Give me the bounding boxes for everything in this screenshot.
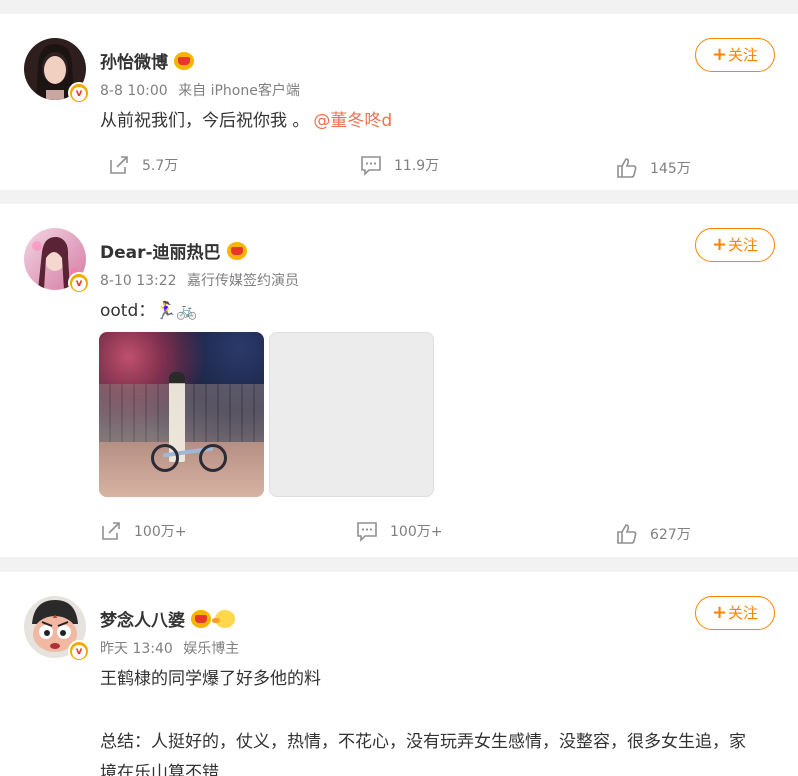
action-bar: 100万+ 100万+ 627万 — [0, 520, 798, 550]
author-name-text[interactable]: 孙怡微博 — [100, 48, 168, 73]
mention-link[interactable]: @董冬咚d — [313, 111, 392, 131]
author-name[interactable]: 梦念人八婆 — [100, 606, 235, 631]
post-card: v 梦念人八婆 昨天 13:40 娱乐博主 王鹤棣的同学爆了好多他的料 总结：人… — [0, 572, 798, 776]
follow-label: 关注 — [728, 604, 759, 622]
post-text: 王鹤棣的同学爆了好多他的料 总结：人挺好的，仗义，热情，不花心，没有玩弄女生感情… — [100, 664, 746, 776]
comment-button[interactable]: 100万+ — [356, 520, 442, 542]
post-card: v 孙怡微博 8-8 10:00 来自 iPhone客户端 从前祝我们，今后祝你… — [0, 14, 798, 190]
weibo-feed: v 孙怡微博 8-8 10:00 来自 iPhone客户端 从前祝我们，今后祝你… — [0, 0, 798, 776]
like-count: 627万 — [650, 527, 691, 543]
plus-icon: + — [711, 44, 728, 65]
verified-badge-icon: v — [68, 82, 90, 104]
repost-button[interactable]: 5.7万 — [108, 154, 178, 176]
author-name-text[interactable]: 梦念人八婆 — [100, 606, 185, 631]
follow-label: 关注 — [728, 46, 759, 64]
post-source: 来自 iPhone客户端 — [178, 83, 300, 99]
post-body: ootd：🏃‍♀️🚲 — [100, 301, 198, 321]
repost-button[interactable]: 100万+ — [100, 520, 186, 542]
repost-count: 5.7万 — [142, 158, 179, 174]
author-name[interactable]: 孙怡微博 — [100, 48, 194, 73]
post-time[interactable]: 8-8 10:00 — [100, 83, 168, 99]
like-button[interactable]: 627万 — [616, 523, 691, 545]
comment-icon — [361, 156, 381, 176]
follow-button[interactable]: +关注 — [695, 228, 775, 262]
repost-icon — [110, 156, 128, 174]
follow-label: 关注 — [728, 236, 759, 254]
post-meta: 昨天 13:40 娱乐博主 — [100, 638, 239, 658]
repost-icon — [102, 522, 120, 540]
duck-icon — [212, 609, 235, 628]
post-meta: 8-10 13:22 嘉行传媒签约演员 — [100, 270, 299, 290]
like-button[interactable]: 145万 — [616, 157, 691, 179]
follow-button[interactable]: +关注 — [695, 38, 775, 72]
like-icon — [617, 158, 637, 178]
like-icon — [617, 524, 637, 544]
comment-button[interactable]: 11.9万 — [360, 154, 439, 176]
repost-count: 100万+ — [134, 524, 187, 540]
author-name[interactable]: Dear-迪丽热巴 — [100, 238, 247, 263]
post-source: 娱乐博主 — [183, 641, 240, 657]
post-image[interactable] — [99, 332, 264, 497]
crown-icon — [226, 241, 247, 260]
verified-badge-icon: v — [68, 272, 90, 294]
plus-icon: + — [711, 602, 728, 623]
crown-icon — [174, 51, 194, 70]
post-time[interactable]: 昨天 13:40 — [100, 641, 173, 657]
post-text: 从前祝我们，今后祝你我 。 @董冬咚d — [100, 106, 392, 131]
post-body-summary: 总结：人挺好的，仗义，热情，不花心，没有玩弄女生感情，没整容，很多女生追，家 — [100, 732, 746, 752]
post-body: 从前祝我们，今后祝你我 。 — [100, 111, 310, 131]
photo-bike-wheel — [199, 444, 227, 472]
crown-icon — [191, 609, 211, 628]
comment-count: 11.9万 — [394, 158, 440, 174]
comment-count: 100万+ — [390, 524, 443, 540]
post-body-summary-cont: 境在乐山算不错 — [100, 763, 219, 776]
post-meta: 8-8 10:00 来自 iPhone客户端 — [100, 80, 300, 100]
author-name-text[interactable]: Dear-迪丽热巴 — [100, 238, 221, 263]
like-count: 145万 — [650, 161, 691, 177]
post-body: 王鹤棣的同学爆了好多他的料 — [100, 669, 321, 689]
post-text: ootd：🏃‍♀️🚲 — [100, 296, 198, 321]
post-time[interactable]: 8-10 13:22 — [100, 273, 177, 289]
post-image-placeholder[interactable] — [269, 332, 434, 497]
plus-icon: + — [711, 234, 728, 255]
photo-bike-wheel — [151, 444, 179, 472]
post-card: v Dear-迪丽热巴 8-10 13:22 嘉行传媒签约演员 ootd：🏃‍♀… — [0, 204, 798, 557]
verified-badge-icon: v — [68, 640, 90, 662]
post-source: 嘉行传媒签约演员 — [187, 273, 300, 289]
follow-button[interactable]: +关注 — [695, 596, 775, 630]
action-bar: 5.7万 11.9万 145万 — [0, 154, 798, 184]
comment-icon — [357, 522, 377, 542]
